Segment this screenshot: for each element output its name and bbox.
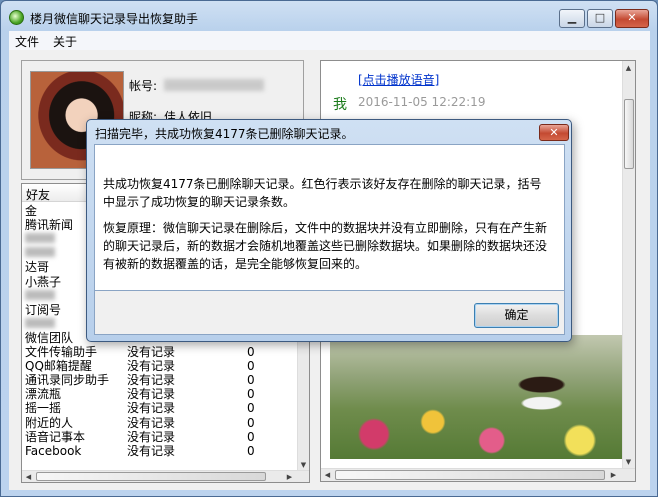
friend-name: 语音记事本	[25, 429, 86, 444]
friend-name: 漂流瓶	[25, 387, 62, 402]
table-row[interactable]: 漂流瓶 没有记录 0	[22, 387, 297, 401]
chat-scroll-down-arrow-icon[interactable]: ▼	[623, 457, 634, 467]
chat-vertical-scrollbar[interactable]: ▲ ▼	[622, 61, 635, 469]
title-bar[interactable]: 楼月微信聊天记录导出恢复助手 ▁ □ ✕	[1, 1, 657, 31]
friend-record-status: 没有记录	[127, 429, 176, 444]
friend-name	[25, 232, 55, 246]
table-row[interactable]: 附近的人 没有记录 0	[22, 416, 297, 430]
ok-button[interactable]: 确定	[474, 303, 559, 328]
play-audio-link[interactable]: [点击播放语音]	[358, 71, 439, 88]
app-logo-icon	[9, 10, 24, 25]
message-timestamp: 2016-11-05 12:22:19	[358, 95, 486, 109]
friend-name: 摇一摇	[25, 401, 62, 416]
account-value-redacted	[164, 79, 264, 91]
friend-name: 小燕子	[25, 274, 62, 289]
dialog-message: 共成功恢复4177条已删除聊天记录。红色行表示该好友存在删除的聊天记录，括号中显…	[94, 144, 565, 291]
friend-record-status: 没有记录	[127, 359, 176, 374]
close-button[interactable]: ✕	[615, 9, 649, 28]
friend-name-redacted	[25, 247, 55, 258]
chat-scroll-right-arrow-icon[interactable]: ▶	[608, 470, 619, 480]
friend-record-count: 0	[247, 373, 255, 388]
friend-record-status: 没有记录	[127, 345, 176, 359]
table-row[interactable]: 摇一摇 没有记录 0	[22, 401, 297, 415]
chat-v-scroll-thumb[interactable]	[624, 99, 634, 169]
friend-name: 金	[25, 204, 38, 218]
friend-name: Facebook	[25, 443, 82, 458]
friend-record-count: 0	[247, 359, 255, 374]
column-header-friend[interactable]: 好友	[26, 186, 50, 203]
scan-complete-dialog: 扫描完毕，共成功恢复4177条已删除聊天记录。 ✕ 共成功恢复4177条已删除聊…	[86, 119, 572, 342]
friend-name: 文件传输助手	[25, 345, 98, 359]
friend-record-count: 0	[247, 415, 255, 430]
chat-h-scroll-thumb[interactable]	[335, 470, 605, 480]
friend-name: 订阅号	[25, 302, 62, 317]
friend-name: 附近的人	[25, 415, 74, 430]
table-row[interactable]: QQ邮箱提醒 没有记录 0	[22, 359, 297, 373]
friend-name: 腾讯新闻	[25, 218, 74, 233]
minimize-button[interactable]: ▁	[559, 9, 585, 28]
friend-record-status: 没有记录	[127, 401, 176, 416]
menu-file[interactable]: 文件	[15, 33, 39, 50]
window-title: 楼月微信聊天记录导出恢复助手	[30, 12, 199, 26]
dialog-footer: 确定	[94, 291, 565, 335]
menu-about[interactable]: 关于	[53, 33, 77, 50]
chat-scroll-left-arrow-icon[interactable]: ◀	[322, 470, 333, 480]
scroll-down-arrow-icon[interactable]: ▼	[298, 460, 309, 470]
scroll-right-arrow-icon[interactable]: ▶	[284, 472, 295, 482]
friend-name	[25, 317, 55, 331]
friend-record-status: 没有记录	[127, 373, 176, 388]
friend-record-status: 没有记录	[127, 443, 176, 458]
friend-name	[25, 246, 55, 260]
friend-name: 微信团队	[25, 330, 74, 345]
friend-name: QQ邮箱提醒	[25, 359, 92, 374]
dialog-result-text: 共成功恢复4177条已删除聊天记录。红色行表示该好友存在删除的聊天记录，括号中显…	[103, 177, 542, 209]
friend-name: 通讯录同步助手	[25, 373, 110, 388]
table-row[interactable]: Facebook 没有记录 0	[22, 444, 297, 458]
table-row[interactable]: 文件传输助手 没有记录 0	[22, 345, 297, 359]
maximize-button[interactable]: □	[587, 9, 613, 28]
table-row[interactable]: 通讯录同步助手 没有记录 0	[22, 373, 297, 387]
friend-name: 达哥	[25, 260, 50, 275]
friend-name-redacted	[25, 317, 55, 328]
dialog-principle-text: 恢复原理：微信聊天记录在删除后，文件中的数据块并没有立即删除，只有在产生新的聊天…	[103, 221, 548, 271]
friend-record-count: 0	[247, 429, 255, 444]
friend-record-status: 没有记录	[127, 387, 176, 402]
chat-scroll-up-arrow-icon[interactable]: ▲	[623, 63, 634, 73]
chat-horizontal-scrollbar[interactable]: ◀ ▶	[321, 468, 635, 481]
friend-record-count: 0	[247, 443, 255, 458]
friends-horizontal-scrollbar[interactable]: ◀ ▶	[22, 470, 309, 482]
scroll-left-arrow-icon[interactable]: ◀	[23, 472, 34, 482]
friend-name-redacted	[25, 233, 55, 244]
friend-name-redacted	[25, 289, 55, 300]
h-scroll-thumb[interactable]	[36, 472, 266, 481]
dialog-title: 扫描完毕，共成功恢复4177条已删除聊天记录。	[95, 127, 354, 141]
dialog-close-button[interactable]: ✕	[539, 124, 569, 141]
friend-record-count: 0	[247, 401, 255, 416]
table-row[interactable]: 语音记事本 没有记录 0	[22, 430, 297, 444]
friend-record-status: 没有记录	[127, 415, 176, 430]
chat-photo[interactable]	[330, 335, 624, 459]
friend-name	[25, 289, 55, 303]
friend-record-count: 0	[247, 345, 255, 359]
sender-label: 我	[333, 97, 347, 113]
account-label: 帐号:	[129, 79, 158, 93]
friend-record-count: 0	[247, 387, 255, 402]
menu-bar: 文件 关于	[9, 31, 650, 50]
